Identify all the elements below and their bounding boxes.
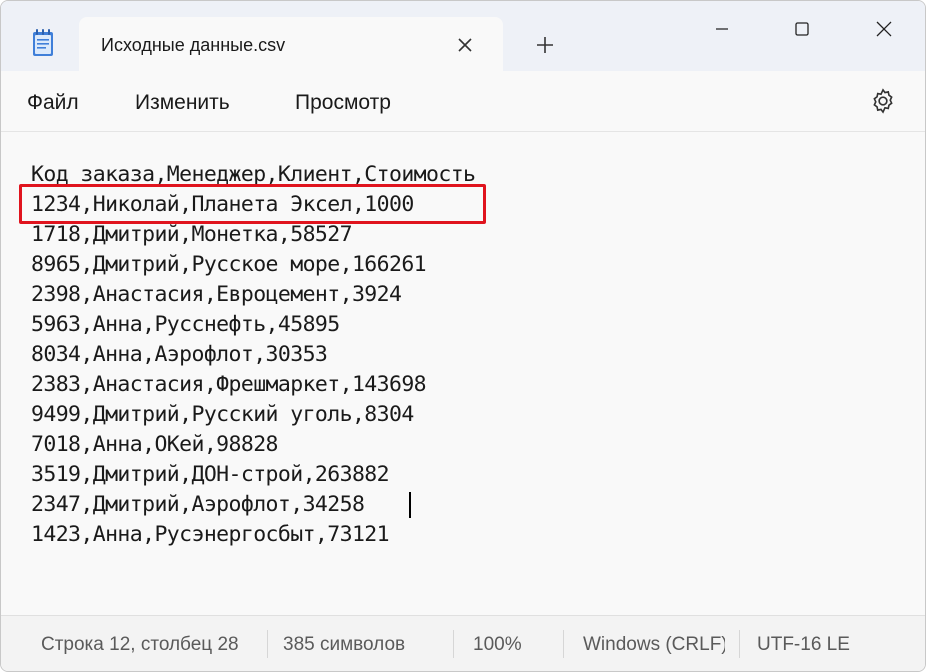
close-icon[interactable] [453, 33, 477, 57]
gear-icon[interactable] [869, 87, 897, 115]
text-line: 3519,Дмитрий,ДОН-строй,263882 [31, 462, 390, 487]
text-line: 7018,Анна,ОКей,98828 [31, 432, 278, 457]
notepad-icon [33, 29, 53, 56]
status-zoom[interactable]: 100% [473, 634, 522, 656]
menu-view[interactable]: Просмотр [295, 91, 391, 115]
tab-active[interactable]: Исходные данные.csv [79, 17, 503, 73]
text-line: 2347,Дмитрий,Аэрофлот,34258 [31, 492, 365, 517]
status-encoding[interactable]: UTF-16 LE [757, 634, 850, 656]
close-icon [876, 21, 892, 37]
maximize-icon [795, 22, 809, 36]
divider [453, 630, 454, 658]
text-line: 1423,Анна,Русэнергосбыт,73121 [31, 522, 390, 547]
highlight-box [19, 184, 486, 224]
notepad-window: Исходные данные.csv Файл Изменить Просмо… [0, 0, 926, 672]
text-editor[interactable]: Код заказа,Менеджер,Клиент,Стоимость 1234… [1, 132, 925, 614]
divider [739, 630, 740, 658]
close-window-button[interactable] [861, 13, 907, 45]
text-line: 8965,Дмитрий,Русское море,166261 [31, 252, 427, 277]
status-bar: Строка 12, столбец 28 385 символов 100% … [1, 615, 925, 671]
menu-file[interactable]: Файл [27, 91, 79, 115]
tab-title: Исходные данные.csv [101, 35, 286, 55]
text-line: 8034,Анна,Аэрофлот,30353 [31, 342, 328, 367]
text-caret [409, 492, 411, 518]
menu-edit[interactable]: Изменить [135, 91, 230, 115]
title-bar: Исходные данные.csv [1, 1, 925, 73]
status-char-count: 385 символов [283, 634, 406, 655]
text-line: 2398,Анастасия,Евроцемент,3924 [31, 282, 402, 307]
minimize-icon [716, 28, 728, 30]
text-line: 5963,Анна,Русснефть,45895 [31, 312, 340, 337]
plus-icon[interactable] [533, 33, 557, 57]
menu-bar: Файл Изменить Просмотр [1, 73, 925, 132]
divider [563, 630, 564, 658]
minimize-button[interactable] [699, 13, 745, 45]
status-position: Строка 12, столбец 28 [41, 634, 239, 655]
text-line: 2383,Анастасия,Фрешмаркет,143698 [31, 372, 427, 397]
maximize-button[interactable] [779, 13, 825, 45]
text-line: 9499,Дмитрий,Русский уголь,8304 [31, 402, 414, 427]
divider [267, 630, 268, 658]
text-line: 1718,Дмитрий,Монетка,58527 [31, 222, 353, 247]
status-line-ending[interactable]: Windows (CRLF) [583, 634, 725, 656]
